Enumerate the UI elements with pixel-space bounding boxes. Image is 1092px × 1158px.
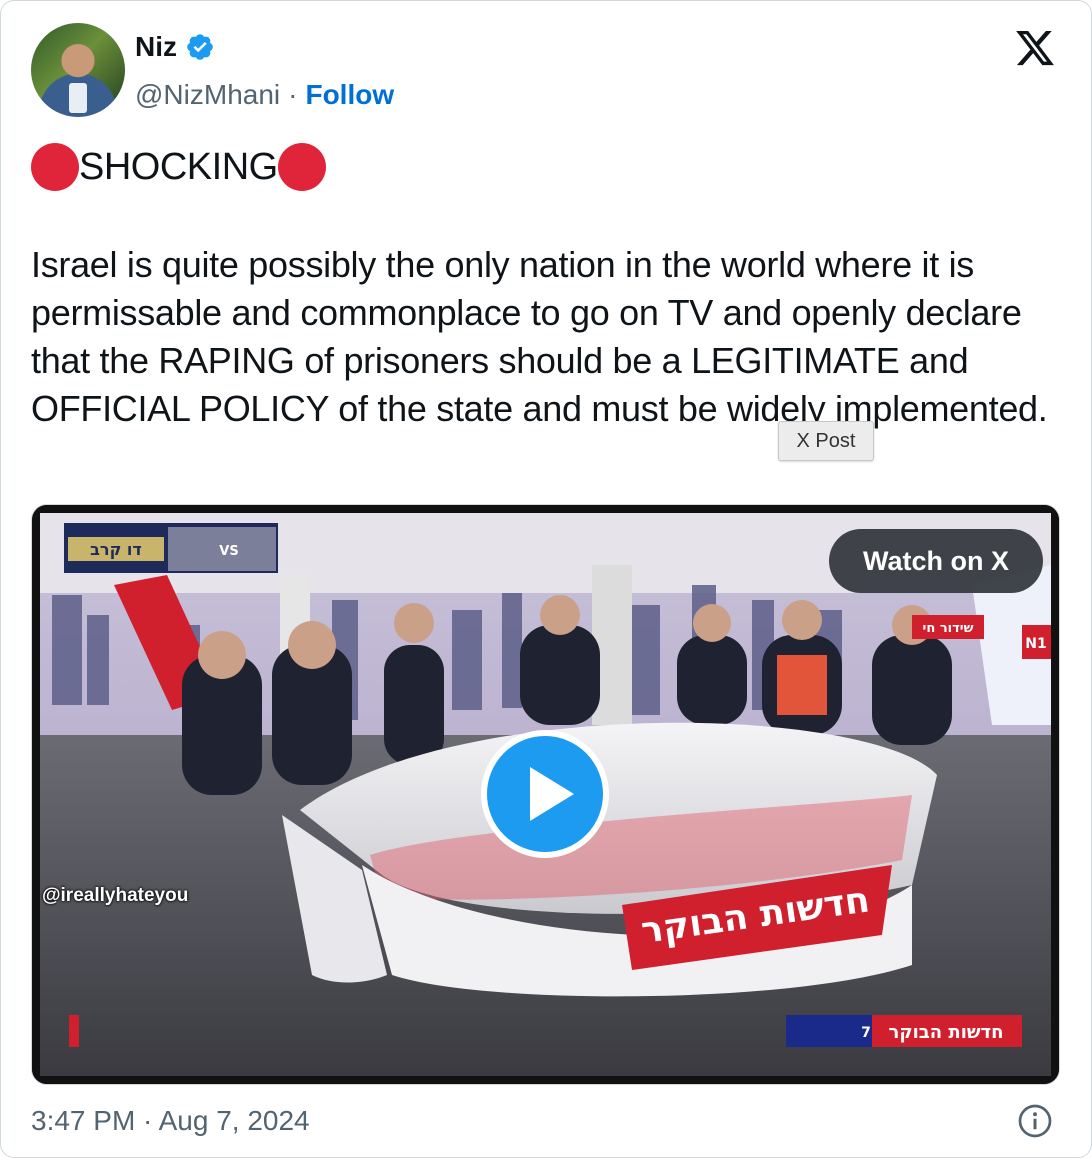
lower-third-number: 7 [861,1025,871,1041]
author-avatar[interactable] [31,23,125,117]
separator-dot: · [288,79,298,110]
channel-tag: N1 [1025,636,1046,652]
red-circle-icon [31,143,79,191]
headline-text: SHOCKING [79,145,278,188]
tooltip: X Post [778,421,874,461]
play-icon[interactable] [480,729,610,859]
video-watermark: @ireallyhateyou [42,885,189,906]
follow-button[interactable]: Follow [305,79,394,111]
verified-badge-icon [187,34,213,60]
info-icon[interactable] [1017,1103,1053,1139]
red-circle-icon [277,143,326,191]
tweet-headline: SHOCKING [31,143,326,191]
watch-on-x-button[interactable]: Watch on X [829,529,1043,593]
avatar-detail [69,83,87,113]
lower-third-title: חדשות הבוקר [889,1022,1004,1043]
x-logo-icon[interactable] [1013,27,1057,69]
embedded-post-card: Niz @NizMhani · Follow SHOCKING Israel i… [0,0,1092,1158]
author-handle-row: @NizMhani · Follow [135,79,394,111]
author-name-row: Niz [135,31,215,63]
author-name[interactable]: Niz [135,31,177,63]
overlay-vs: VS [219,544,238,559]
author-handle[interactable]: @NizMhani [135,79,280,111]
tweet-body: Israel is quite possibly the only nation… [31,244,1048,429]
post-timestamp[interactable]: 3:47 PM · Aug 7, 2024 [31,1105,310,1137]
video-media[interactable]: דו קרב VS שידור חי N1 חדשות הבוקר 7 חדשו… [31,504,1060,1085]
live-badge: שידור חי [923,621,974,636]
overlay-show-title: דו קרב [90,540,142,559]
desk-title: חדשות הבוקר [639,879,872,952]
